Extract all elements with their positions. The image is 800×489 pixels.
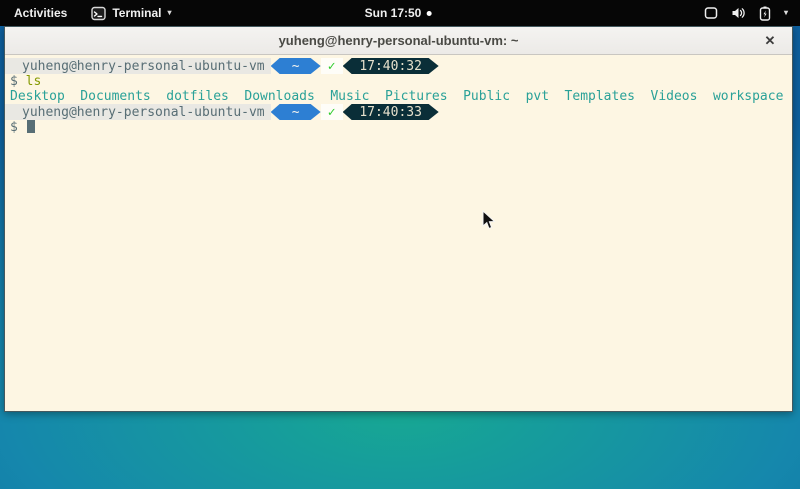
prompt-symbol: $ (10, 74, 18, 89)
dir-entry: Documents (80, 89, 150, 104)
prompt-user-host: yuheng@henry-personal-ubuntu-vm (5, 58, 271, 74)
dir-entry: Videos (651, 89, 698, 104)
clock-button[interactable]: Sun 17:50 (365, 0, 432, 26)
chevron-down-icon: ▾ (784, 9, 788, 17)
dir-entry: pvt (526, 89, 549, 104)
command-line: $ ls (5, 74, 792, 89)
close-button[interactable]: ✕ (758, 27, 782, 55)
system-menu[interactable]: ▾ (692, 0, 800, 26)
text-cursor (27, 120, 35, 133)
window-titlebar[interactable]: yuheng@henry-personal-ubuntu-vm: ~ ✕ (5, 27, 792, 55)
app-menu-label: Terminal (112, 6, 161, 20)
prompt-user-host: yuheng@henry-personal-ubuntu-vm (5, 104, 271, 120)
prompt-symbol: $ (10, 120, 18, 135)
prompt-time-segment: 17:40:33 (343, 104, 439, 120)
app-menu[interactable]: Terminal ▾ (81, 0, 181, 26)
dir-entry: Pictures (385, 89, 448, 104)
prompt-status-check-icon: ✓ (321, 104, 343, 120)
prompt-time-segment: 17:40:32 (343, 58, 439, 74)
top-bar: Activities Terminal ▾ Sun 17:50 (0, 0, 800, 26)
dir-entry: Public (463, 89, 510, 104)
display-icon (704, 6, 718, 20)
terminal-window: yuheng@henry-personal-ubuntu-vm: ~ ✕ yuh… (4, 26, 793, 412)
activities-label: Activities (14, 6, 67, 20)
ls-output: Desktop Documents dotfiles Downloads Mus… (5, 89, 792, 104)
prompt-line: yuheng@henry-personal-ubuntu-vm ~ ✓ 17:4… (5, 58, 792, 74)
prompt-status-check-icon: ✓ (321, 58, 343, 74)
chevron-down-icon: ▾ (167, 9, 171, 17)
dir-entry: Templates (565, 89, 635, 104)
prompt-cwd-segment: ~ (271, 58, 321, 74)
terminal-app-icon (91, 6, 106, 21)
dir-entry: workspace (713, 89, 783, 104)
battery-charging-icon (759, 6, 771, 21)
clock-label: Sun 17:50 (365, 6, 422, 20)
prompt-line: yuheng@henry-personal-ubuntu-vm ~ ✓ 17:4… (5, 104, 792, 120)
prompt-cwd-segment: ~ (271, 104, 321, 120)
activities-button[interactable]: Activities (0, 0, 81, 26)
window-title: yuheng@henry-personal-ubuntu-vm: ~ (279, 33, 519, 48)
dir-entry: Music (330, 89, 369, 104)
notification-dot-icon (426, 11, 431, 16)
input-line[interactable]: $ (5, 120, 792, 135)
terminal-content[interactable]: yuheng@henry-personal-ubuntu-vm ~ ✓ 17:4… (5, 55, 792, 411)
dir-entry: dotfiles (166, 89, 229, 104)
dir-entry: Desktop (10, 89, 65, 104)
dir-entry: Downloads (244, 89, 314, 104)
command-text: ls (26, 74, 42, 89)
volume-icon (731, 6, 746, 20)
